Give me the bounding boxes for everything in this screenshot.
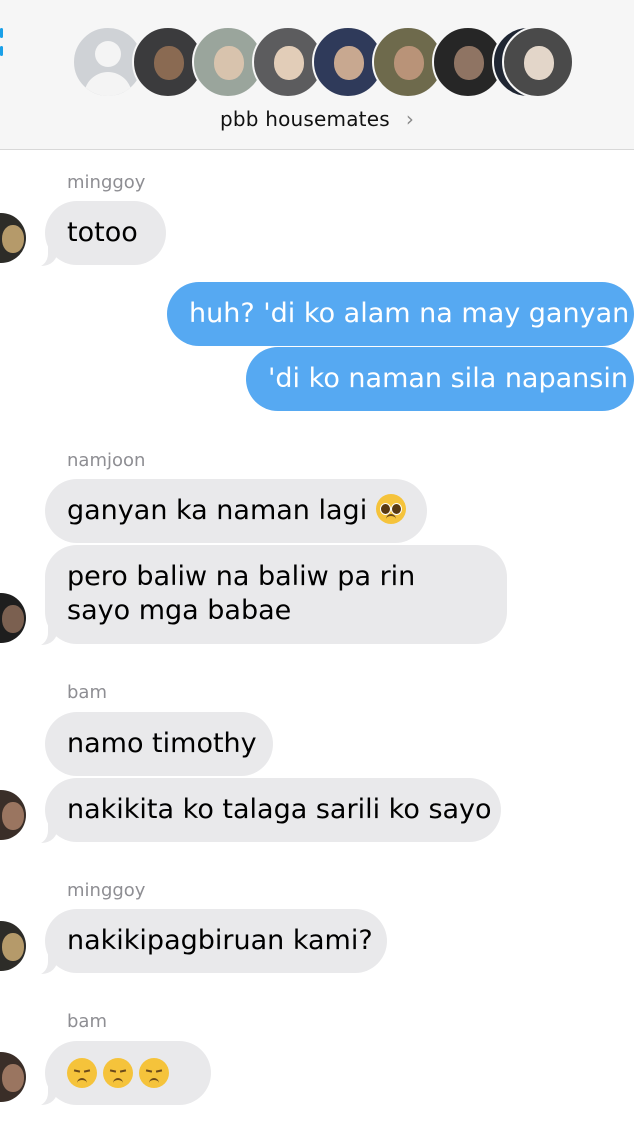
back-button[interactable] — [0, 28, 3, 74]
pensive-face-emoji — [139, 1058, 169, 1088]
group-avatars[interactable] — [72, 26, 574, 98]
incoming-message[interactable]: pero baliw na baliw pa rin sayo mga baba… — [45, 545, 507, 644]
chevron-right-icon: › — [405, 107, 415, 131]
sender-avatar[interactable] — [0, 921, 26, 971]
pensive-face-emoji — [103, 1058, 133, 1088]
sender-name: bam — [67, 682, 107, 703]
sender-avatar[interactable] — [0, 213, 26, 263]
member-avatar[interactable] — [502, 26, 574, 98]
incoming-message[interactable]: totoo — [45, 201, 166, 265]
sender-name: minggoy — [67, 880, 146, 901]
incoming-message[interactable] — [45, 1041, 211, 1105]
sender-name: minggoy — [67, 172, 146, 193]
message-text: ganyan ka naman lagi — [67, 495, 368, 526]
sender-avatar[interactable] — [0, 1052, 26, 1102]
sender-avatar[interactable] — [0, 790, 26, 840]
group-name-button[interactable]: pbb housemates › — [0, 107, 634, 131]
sender-avatar[interactable] — [0, 593, 26, 643]
incoming-message[interactable]: namo timothy — [45, 712, 273, 776]
outgoing-message[interactable]: huh? 'di ko alam na may ganyan — [167, 282, 634, 346]
chat-header: pbb housemates › — [0, 0, 634, 150]
group-name: pbb housemates — [219, 107, 390, 131]
incoming-message[interactable]: nakikipagbiruan kami? — [45, 909, 387, 973]
incoming-message[interactable]: nakikita ko talaga sarili ko sayo — [45, 778, 501, 842]
sender-name: bam — [67, 1011, 107, 1032]
sender-name: namjoon — [67, 450, 146, 471]
incoming-message[interactable]: ganyan ka naman lagi — [45, 479, 427, 543]
pensive-face-emoji — [67, 1058, 97, 1088]
pleading-face-emoji — [375, 494, 406, 524]
outgoing-message[interactable]: 'di ko naman sila napansin — [246, 347, 634, 411]
